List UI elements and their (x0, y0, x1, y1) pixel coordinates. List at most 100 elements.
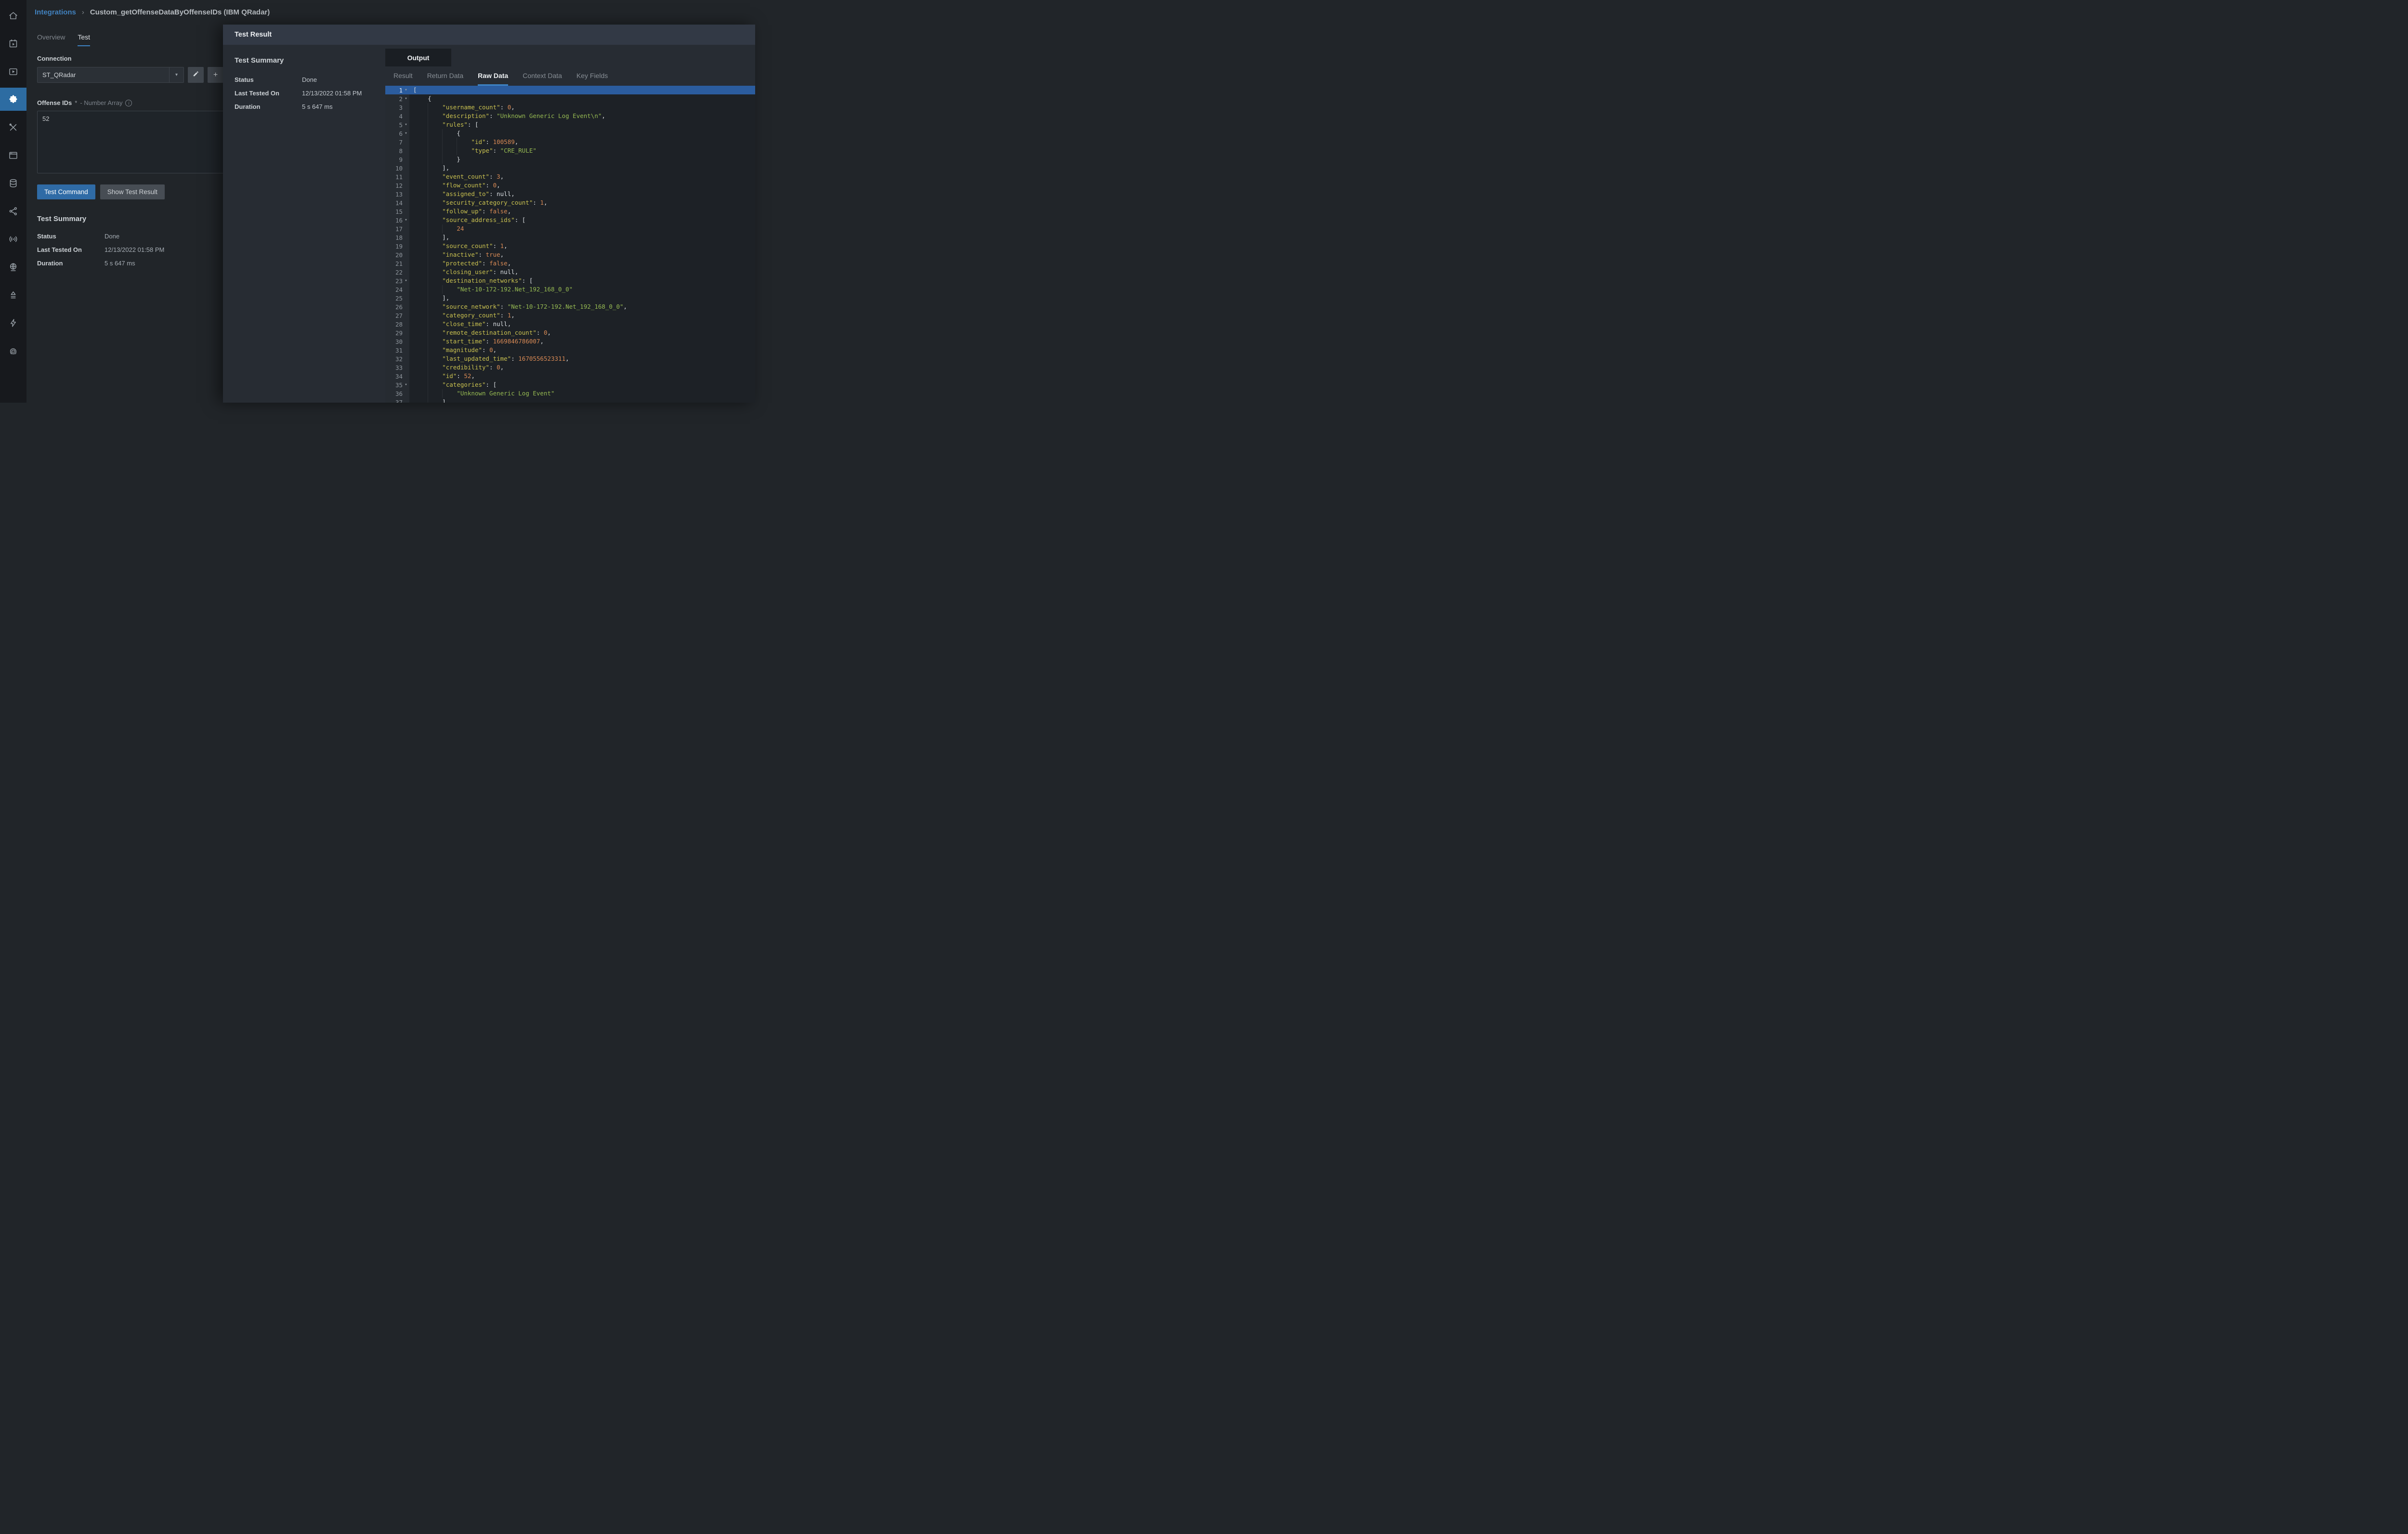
sidebar-item-integrations[interactable] (0, 88, 26, 111)
gutter-line: 28 (385, 320, 409, 328)
indent-guide (428, 216, 442, 224)
code-line[interactable]: "inactive": true, (409, 250, 755, 259)
code-line[interactable]: "Net-10-172-192.Net_192_168_0_0" (409, 285, 755, 294)
show-test-result-button[interactable]: Show Test Result (100, 184, 165, 199)
sidebar-item-data[interactable] (0, 171, 26, 195)
code-line[interactable]: "type": "CRE_RULE" (409, 146, 755, 155)
code-line[interactable]: "categories": [ (409, 380, 755, 389)
add-connection-button[interactable]: + (208, 67, 223, 83)
code-line[interactable]: "source_network": "Net-10-172-192.Net_19… (409, 302, 755, 311)
tab-overview[interactable]: Overview (37, 33, 65, 46)
code-line[interactable]: "rules": [ (409, 120, 755, 129)
gutter-line: 33 (385, 363, 409, 372)
gutter-line: 16▾ (385, 216, 409, 224)
modal-summary-heading: Test Summary (235, 56, 374, 65)
subtab-return-data[interactable]: Return Data (427, 66, 463, 86)
code-line[interactable]: { (409, 129, 755, 138)
code-line[interactable]: "last_updated_time": 1670556523311, (409, 354, 755, 363)
sidebar-item-home[interactable] (0, 4, 26, 27)
code-line[interactable]: } (409, 155, 755, 164)
sidebar-item-filter[interactable] (0, 283, 26, 306)
indent-guide (428, 146, 442, 155)
offense-ids-input[interactable]: 52 (37, 111, 239, 173)
code-line[interactable]: ], (409, 398, 755, 403)
fold-toggle-icon[interactable]: ▾ (403, 382, 409, 387)
info-icon[interactable]: i (125, 100, 132, 106)
fold-toggle-icon[interactable]: ▾ (403, 278, 409, 283)
subtab-raw-data[interactable]: Raw Data (478, 66, 508, 86)
code-line[interactable]: "username_count": 0, (409, 103, 755, 112)
line-number: 3 (385, 104, 403, 111)
breadcrumb-parent-link[interactable]: Integrations (35, 8, 76, 16)
tab-output[interactable]: Output (385, 49, 451, 66)
fold-toggle-icon[interactable]: ▾ (403, 122, 409, 127)
code-line[interactable]: ], (409, 164, 755, 172)
subtab-key-fields[interactable]: Key Fields (576, 66, 608, 86)
line-number: 7 (385, 139, 403, 146)
test-command-button[interactable]: Test Command (37, 184, 95, 199)
code-line[interactable]: "flow_count": 0, (409, 181, 755, 190)
indent-guide (413, 346, 428, 354)
code-line[interactable]: [ (409, 86, 755, 94)
indent-guide (428, 198, 442, 207)
code-line[interactable]: ], (409, 233, 755, 242)
code-line[interactable]: "magnitude": 0, (409, 346, 755, 354)
code-line[interactable]: "closing_user": null, (409, 268, 755, 276)
code-line[interactable]: "source_address_ids": [ (409, 216, 755, 224)
code-line[interactable]: "description": "Unknown Generic Log Even… (409, 112, 755, 120)
code-line[interactable]: "id": 52, (409, 372, 755, 380)
indent-guide (413, 294, 428, 302)
code-line[interactable]: "follow_up": false, (409, 207, 755, 216)
indent-guide (428, 259, 442, 268)
gutter-line: 17 (385, 224, 409, 233)
code-line[interactable]: "event_count": 3, (409, 172, 755, 181)
fold-toggle-icon[interactable]: ▾ (403, 88, 409, 92)
code-line[interactable]: "security_category_count": 1, (409, 198, 755, 207)
code-line[interactable]: "assigned_to": null, (409, 190, 755, 198)
fold-toggle-icon[interactable]: ▾ (403, 131, 409, 136)
indent-guide (413, 268, 428, 276)
fold-toggle-icon[interactable]: ▾ (403, 218, 409, 223)
sidebar-item-broadcast[interactable] (0, 227, 26, 250)
code-line[interactable]: "start_time": 1669846786007, (409, 337, 755, 346)
code-line[interactable]: "remote_destination_count": 0, (409, 328, 755, 337)
code-line[interactable]: 24 (409, 224, 755, 233)
code-line[interactable]: "source_count": 1, (409, 242, 755, 250)
raw-data-editor[interactable]: 1▾2▾345▾6▾78910111213141516▾171819202122… (385, 86, 755, 403)
connection-selected-value: ST_QRadar (42, 71, 169, 79)
sidebar-item-web[interactable] (0, 255, 26, 278)
code-line[interactable]: "category_count": 1, (409, 311, 755, 320)
breadcrumb: Integrations › Custom_getOffenseDataByOf… (26, 0, 755, 25)
sidebar-item-network[interactable] (0, 199, 26, 223)
code-line[interactable]: "close_time": null, (409, 320, 755, 328)
code-line[interactable]: "id": 100589, (409, 138, 755, 146)
tab-test[interactable]: Test (78, 33, 90, 46)
line-number: 36 (385, 390, 403, 397)
connection-label: Connection (37, 55, 244, 62)
code-line[interactable]: ], (409, 294, 755, 302)
subtab-result[interactable]: Result (393, 66, 413, 86)
sidebar-item-tools[interactable] (0, 116, 26, 139)
code-line[interactable]: "Unknown Generic Log Event" (409, 389, 755, 398)
edit-connection-button[interactable] (188, 67, 204, 83)
sidebar-item-media[interactable] (0, 60, 26, 83)
connection-select[interactable]: ST_QRadar ▾ (37, 67, 184, 83)
subtab-context-data[interactable]: Context Data (523, 66, 562, 86)
code-line[interactable]: { (409, 94, 755, 103)
sidebar-item-fingerprint[interactable] (0, 339, 26, 362)
code-line[interactable]: "protected": false, (409, 259, 755, 268)
line-number: 25 (385, 295, 403, 302)
network-graph-icon (8, 206, 18, 216)
sidebar-item-playbooks[interactable] (0, 32, 26, 55)
sidebar-item-automation[interactable] (0, 311, 26, 334)
gutter-line: 26 (385, 302, 409, 311)
fold-toggle-icon[interactable]: ▾ (403, 96, 409, 101)
indent-guide (413, 129, 428, 138)
indent-guide (428, 155, 442, 164)
gutter-line: 29 (385, 328, 409, 337)
modal-header: Test Result (223, 25, 755, 45)
code-line[interactable]: "credibility": 0, (409, 363, 755, 372)
code-line[interactable]: "destination_networks": [ (409, 276, 755, 285)
indent-guide (413, 311, 428, 320)
sidebar-item-applications[interactable] (0, 144, 26, 167)
